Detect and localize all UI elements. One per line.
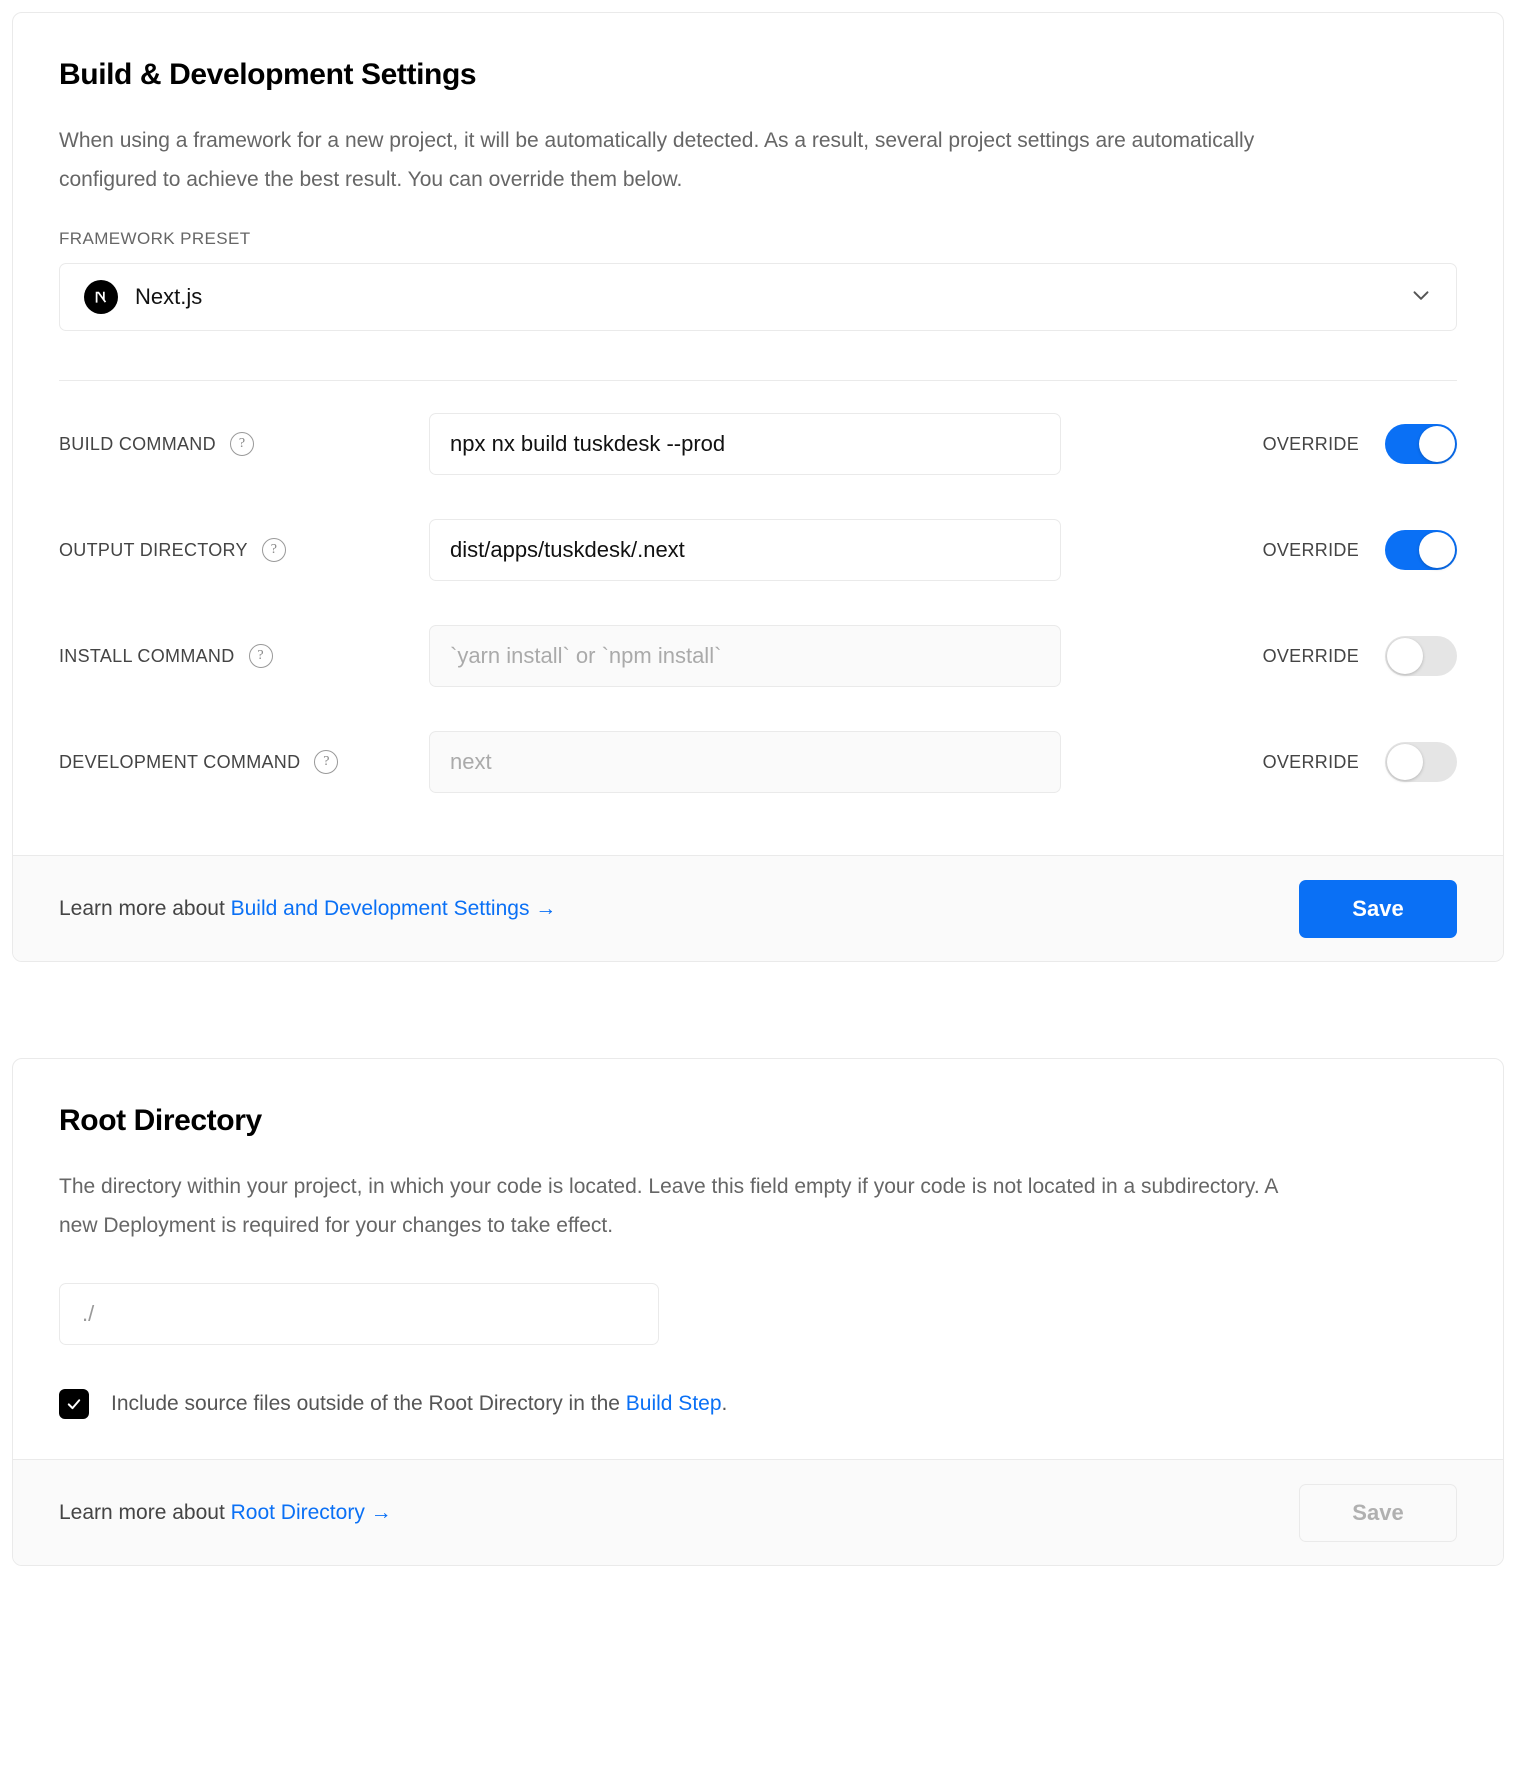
- root-card-body: Root Directory The directory within your…: [13, 1059, 1503, 1459]
- root-directory-link[interactable]: Root Directory →: [231, 1501, 392, 1524]
- row-label: DEVELOPMENT COMMAND: [59, 751, 301, 772]
- root-directory-input[interactable]: [59, 1283, 659, 1345]
- help-icon[interactable]: ?: [248, 644, 273, 668]
- root-save-button[interactable]: Save: [1299, 1483, 1457, 1542]
- root-learn-more: Learn more about Root Directory →: [59, 1501, 392, 1525]
- row-label-wrap: INSTALL COMMAND ?: [59, 644, 429, 668]
- card-gap: [12, 962, 1504, 1058]
- setting-row-output-directory: OUTPUT DIRECTORY ? OVERRIDE: [59, 497, 1457, 603]
- override-control: OVERRIDE: [1263, 742, 1457, 782]
- override-label: OVERRIDE: [1262, 539, 1359, 560]
- build-learn-more: Learn more about Build and Development S…: [59, 897, 556, 921]
- root-directory-card: Root Directory The directory within your…: [12, 1058, 1504, 1566]
- build-card-footer: Learn more about Build and Development S…: [13, 855, 1503, 961]
- override-label: OVERRIDE: [1262, 433, 1359, 454]
- check-icon: [67, 1399, 81, 1410]
- learn-more-prefix: Learn more about: [59, 1500, 231, 1524]
- row-label: INSTALL COMMAND: [59, 645, 235, 666]
- row-label-wrap: DEVELOPMENT COMMAND ?: [59, 750, 429, 774]
- build-save-button[interactable]: Save: [1299, 879, 1457, 938]
- row-label: BUILD COMMAND: [59, 433, 216, 454]
- include-source-files-row: Include source files outside of the Root…: [59, 1389, 1457, 1419]
- override-control: OVERRIDE: [1263, 530, 1457, 570]
- row-label-wrap: OUTPUT DIRECTORY ?: [59, 538, 429, 562]
- include-source-files-checkbox[interactable]: [59, 1389, 89, 1419]
- install-command-override-toggle[interactable]: [1385, 636, 1457, 676]
- setting-row-install-command: INSTALL COMMAND ? OVERRIDE: [59, 603, 1457, 709]
- output-directory-input[interactable]: [429, 519, 1061, 581]
- toggle-knob: [1387, 744, 1423, 780]
- toggle-knob: [1419, 532, 1455, 568]
- root-card-footer: Learn more about Root Directory → Save: [13, 1459, 1503, 1565]
- toggle-knob: [1419, 426, 1455, 462]
- root-card-title: Root Directory: [59, 1104, 262, 1137]
- override-control: OVERRIDE: [1263, 424, 1457, 464]
- checkbox-label-suffix: .: [721, 1392, 728, 1415]
- learn-more-prefix: Learn more about: [59, 896, 231, 920]
- row-label-wrap: BUILD COMMAND ?: [59, 432, 429, 456]
- framework-preset-label: FRAMEWORK PRESET: [59, 229, 251, 248]
- override-label: OVERRIDE: [1262, 645, 1359, 666]
- build-card-title: Build & Development Settings: [59, 58, 477, 91]
- development-command-input[interactable]: [429, 731, 1061, 793]
- build-card-body: Build & Development Settings When using …: [13, 13, 1503, 855]
- build-command-override-toggle[interactable]: [1385, 424, 1457, 464]
- build-command-input[interactable]: [429, 413, 1061, 475]
- include-source-files-label: Include source files outside of the Root…: [111, 1392, 727, 1416]
- override-label: OVERRIDE: [1262, 751, 1359, 772]
- toggle-knob: [1387, 638, 1423, 674]
- root-card-description: The directory within your project, in wh…: [59, 1175, 1278, 1237]
- row-label: OUTPUT DIRECTORY: [59, 539, 248, 560]
- checkbox-label-prefix: Include source files outside of the Root…: [111, 1392, 626, 1415]
- section-divider: [59, 380, 1457, 381]
- help-icon[interactable]: ?: [229, 432, 254, 456]
- build-step-link[interactable]: Build Step: [626, 1392, 722, 1415]
- help-icon[interactable]: ?: [261, 538, 286, 562]
- framework-preset-value: Next.js: [135, 284, 203, 309]
- output-directory-override-toggle[interactable]: [1385, 530, 1457, 570]
- setting-row-build-command: BUILD COMMAND ? OVERRIDE: [59, 391, 1457, 497]
- settings-rows: BUILD COMMAND ? OVERRIDE OUTPUT DIRECTOR…: [59, 391, 1457, 815]
- install-command-input[interactable]: [429, 625, 1061, 687]
- chevron-down-icon: [1408, 282, 1434, 313]
- help-icon[interactable]: ?: [314, 750, 339, 774]
- build-settings-link[interactable]: Build and Development Settings →: [231, 897, 557, 920]
- setting-row-development-command: DEVELOPMENT COMMAND ? OVERRIDE: [59, 709, 1457, 815]
- build-development-settings-card: Build & Development Settings When using …: [12, 12, 1504, 962]
- framework-preset-select[interactable]: Next.js: [59, 263, 1457, 331]
- development-command-override-toggle[interactable]: [1385, 742, 1457, 782]
- build-card-description: When using a framework for a new project…: [59, 129, 1255, 191]
- framework-preset-selected: Next.js: [84, 280, 202, 314]
- nextjs-logo-icon: [84, 280, 118, 314]
- override-control: OVERRIDE: [1263, 636, 1457, 676]
